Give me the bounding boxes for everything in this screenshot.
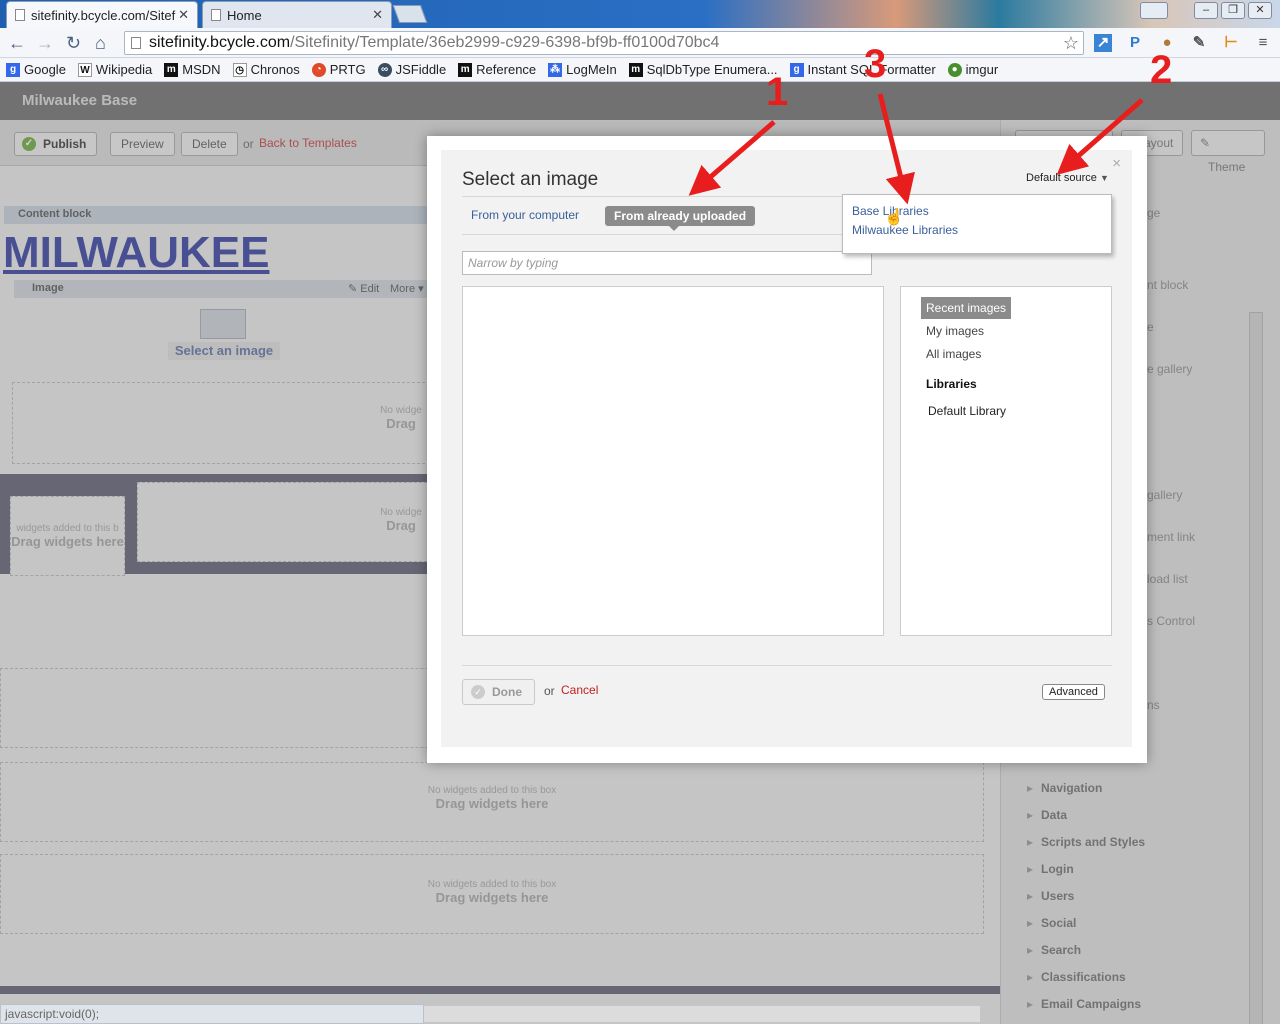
close-tab-icon[interactable]: ✕ — [372, 7, 383, 23]
home-icon[interactable]: ⌂ — [95, 33, 106, 54]
new-tab-button[interactable] — [392, 5, 428, 23]
bookmark-star-icon[interactable]: ☆ — [1063, 32, 1079, 54]
image-filter-panel: Recent images My images All images Libra… — [900, 286, 1112, 636]
bookmark-label: MSDN — [182, 62, 221, 77]
cancel-link[interactable]: Cancel — [561, 683, 598, 697]
bookmark-label: imgur — [965, 62, 999, 77]
forward-arrow-icon[interactable]: → — [36, 33, 54, 54]
browser-toolbar: ← → ↻ ⌂ sitefinity.bcycle.com/Sitefinity… — [0, 28, 1280, 58]
browser-tab-sitefinity[interactable]: sitefinity.bcycle.com/Sitef ✕ — [6, 1, 198, 28]
hand-cursor-icon: ☝ — [884, 209, 904, 226]
bookmark-sql-formatter[interactable]: g Instant SQL Formatter — [789, 62, 936, 77]
bookmark-chronos[interactable]: ◷ Chronos — [232, 62, 300, 77]
filter-my-images[interactable]: My images — [926, 324, 984, 338]
stopwatch-icon: ◷ — [232, 62, 247, 77]
divider — [462, 665, 1112, 666]
minimize-icon[interactable]: – — [1194, 2, 1218, 19]
gauge-icon: ◔ — [311, 62, 326, 77]
annotation-number-1: 1 — [766, 70, 789, 114]
source-dropdown-menu: Base Libraries Milwaukee Libraries — [842, 194, 1112, 254]
bookmark-label: JSFiddle — [395, 62, 447, 77]
google-icon: g — [789, 62, 804, 77]
logmein-icon: ⁂ — [548, 62, 563, 77]
extension-tool-icon[interactable]: ⊢ — [1222, 34, 1240, 52]
bookmarks-bar: g Google W Wikipedia m MSDN ◷ Chronos ◔ PRTG … — [0, 58, 1280, 82]
image-list[interactable] — [462, 286, 884, 636]
filter-all-images[interactable]: All images — [926, 347, 981, 361]
chevron-down-icon: ▼ — [1099, 173, 1109, 183]
page-icon — [15, 9, 25, 21]
dialog-title: Select an image — [462, 169, 599, 190]
source-dropdown[interactable]: Default source ▼ — [1026, 172, 1109, 184]
wikipedia-icon: W — [77, 62, 92, 77]
library-default[interactable]: Default Library — [928, 404, 1006, 418]
extension-arrow-icon[interactable]: ↗ — [1094, 34, 1112, 52]
bookmark-google[interactable]: g Google — [6, 62, 66, 77]
bookmark-jsfiddle[interactable]: ∞ JSFiddle — [377, 62, 447, 77]
bookmark-sqldbtype[interactable]: m SqlDbType Enumera... — [628, 62, 778, 77]
bookmark-logmein[interactable]: ⁂ LogMeIn — [548, 62, 617, 77]
bookmark-reference[interactable]: m Reference — [458, 62, 536, 77]
bookmark-label: SqlDbType Enumera... — [646, 62, 778, 77]
restore-icon[interactable]: ❐ — [1221, 2, 1245, 19]
bookmark-label: LogMeIn — [566, 62, 617, 77]
bookmark-label: Chronos — [250, 62, 300, 77]
url-host: sitefinity.bcycle.com — [149, 34, 291, 51]
close-icon[interactable]: × — [1112, 155, 1121, 172]
msdn-icon: m — [164, 62, 179, 77]
menu-icon[interactable]: ≡ — [1254, 34, 1272, 52]
address-bar[interactable]: sitefinity.bcycle.com/Sitefinity/Templat… — [124, 31, 1084, 55]
tab-from-computer[interactable]: From your computer — [471, 208, 579, 222]
or-text: or — [544, 684, 555, 698]
done-button[interactable]: ✓ Done — [462, 679, 535, 705]
bookmark-prtg[interactable]: ◔ PRTG — [311, 62, 366, 77]
window-close-icon[interactable]: ✕ — [1248, 2, 1272, 19]
source-label: Default source — [1026, 172, 1097, 184]
done-label: Done — [492, 685, 522, 699]
narrow-search-input[interactable]: Narrow by typing — [462, 251, 872, 275]
page-icon — [211, 9, 221, 21]
back-arrow-icon[interactable]: ← — [8, 33, 26, 54]
bookmark-label: PRTG — [329, 62, 366, 77]
bookmark-label: Wikipedia — [95, 62, 153, 77]
annotation-number-2: 2 — [1150, 48, 1173, 92]
check-icon: ✓ — [471, 685, 485, 699]
browser-tab-strip: sitefinity.bcycle.com/Sitef ✕ Home ✕ – ❐… — [0, 0, 1280, 28]
option-milwaukee-libraries[interactable]: Milwaukee Libraries — [852, 223, 958, 237]
window-menu-button[interactable] — [1140, 2, 1168, 19]
imgur-icon: ● — [947, 62, 962, 77]
tab-title: sitefinity.bcycle.com/Sitef — [31, 7, 176, 23]
libraries-heading: Libraries — [926, 377, 977, 391]
horizontal-scrollbar[interactable] — [424, 1006, 980, 1022]
page-icon — [131, 37, 141, 49]
close-tab-icon[interactable]: ✕ — [178, 7, 189, 23]
advanced-button[interactable]: Advanced — [1042, 684, 1105, 700]
reload-icon[interactable]: ↻ — [66, 33, 81, 54]
google-icon: g — [6, 62, 20, 77]
eyedropper-icon[interactable]: ✎ — [1190, 34, 1208, 52]
bookmark-wikipedia[interactable]: W Wikipedia — [77, 62, 153, 77]
annotation-number-3: 3 — [864, 42, 887, 86]
browser-tab-home[interactable]: Home ✕ — [202, 1, 392, 28]
tab-title: Home — [227, 7, 262, 23]
cloud-icon: ∞ — [377, 62, 392, 77]
filter-recent-images[interactable]: Recent images — [921, 297, 1012, 319]
browser-status-bar: javascript:void(0); — [0, 1004, 424, 1024]
reference-icon: m — [458, 62, 473, 77]
bookmark-imgur[interactable]: ● imgur — [947, 62, 999, 77]
tab-from-uploaded[interactable]: From already uploaded — [605, 206, 756, 231]
url-path: /Sitefinity/Template/36eb2999-c929-6398-… — [290, 34, 720, 51]
bookmark-label: Google — [24, 62, 66, 77]
bookmark-msdn[interactable]: m MSDN — [164, 62, 221, 77]
bookmark-label: Reference — [476, 62, 537, 77]
extension-p-icon[interactable]: P — [1126, 34, 1144, 52]
msdn-icon: m — [628, 62, 643, 77]
